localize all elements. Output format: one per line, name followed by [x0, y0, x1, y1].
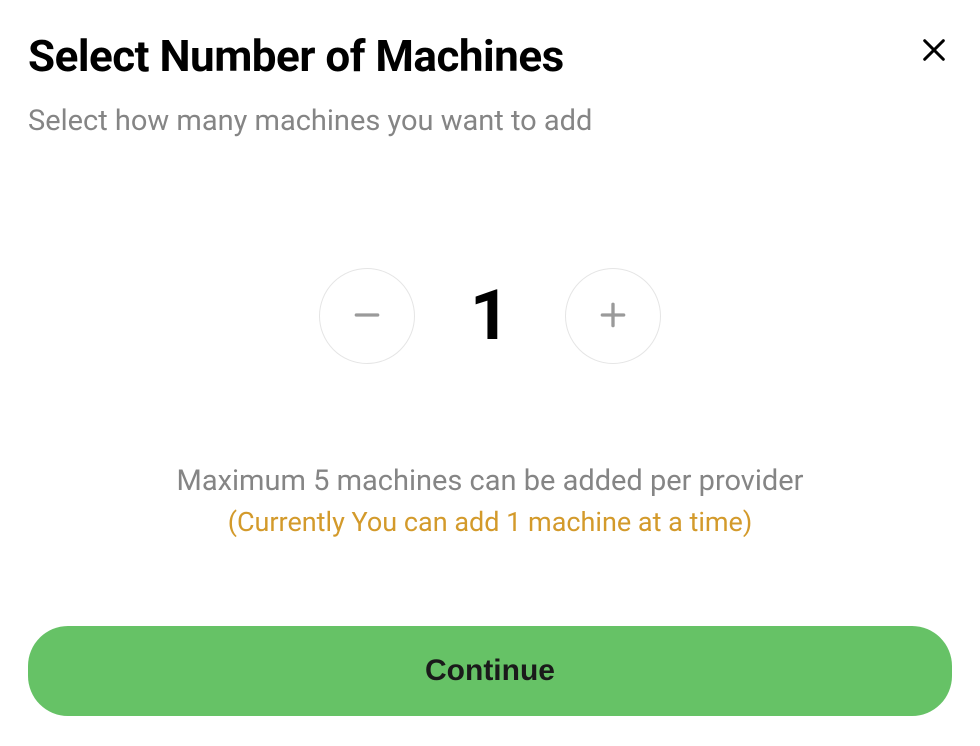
info-section: Maximum 5 machines can be added per prov…: [28, 464, 952, 538]
quantity-value: 1: [465, 275, 515, 357]
minus-icon: [351, 299, 383, 334]
current-limit-info: (Currently You can add 1 machine at a ti…: [28, 506, 952, 538]
close-button[interactable]: [916, 32, 952, 71]
plus-icon: [597, 299, 629, 334]
dialog-subtitle: Select how many machines you want to add: [28, 104, 952, 138]
dialog-title: Select Number of Machines: [28, 30, 564, 82]
continue-button[interactable]: Continue: [28, 626, 952, 716]
decrement-button[interactable]: [319, 268, 415, 364]
close-icon: [920, 36, 948, 67]
max-machines-info: Maximum 5 machines can be added per prov…: [28, 464, 952, 498]
quantity-stepper: 1: [28, 268, 952, 364]
increment-button[interactable]: [565, 268, 661, 364]
select-machines-dialog: Select Number of Machines Select how man…: [0, 0, 980, 746]
dialog-header: Select Number of Machines: [28, 30, 952, 82]
